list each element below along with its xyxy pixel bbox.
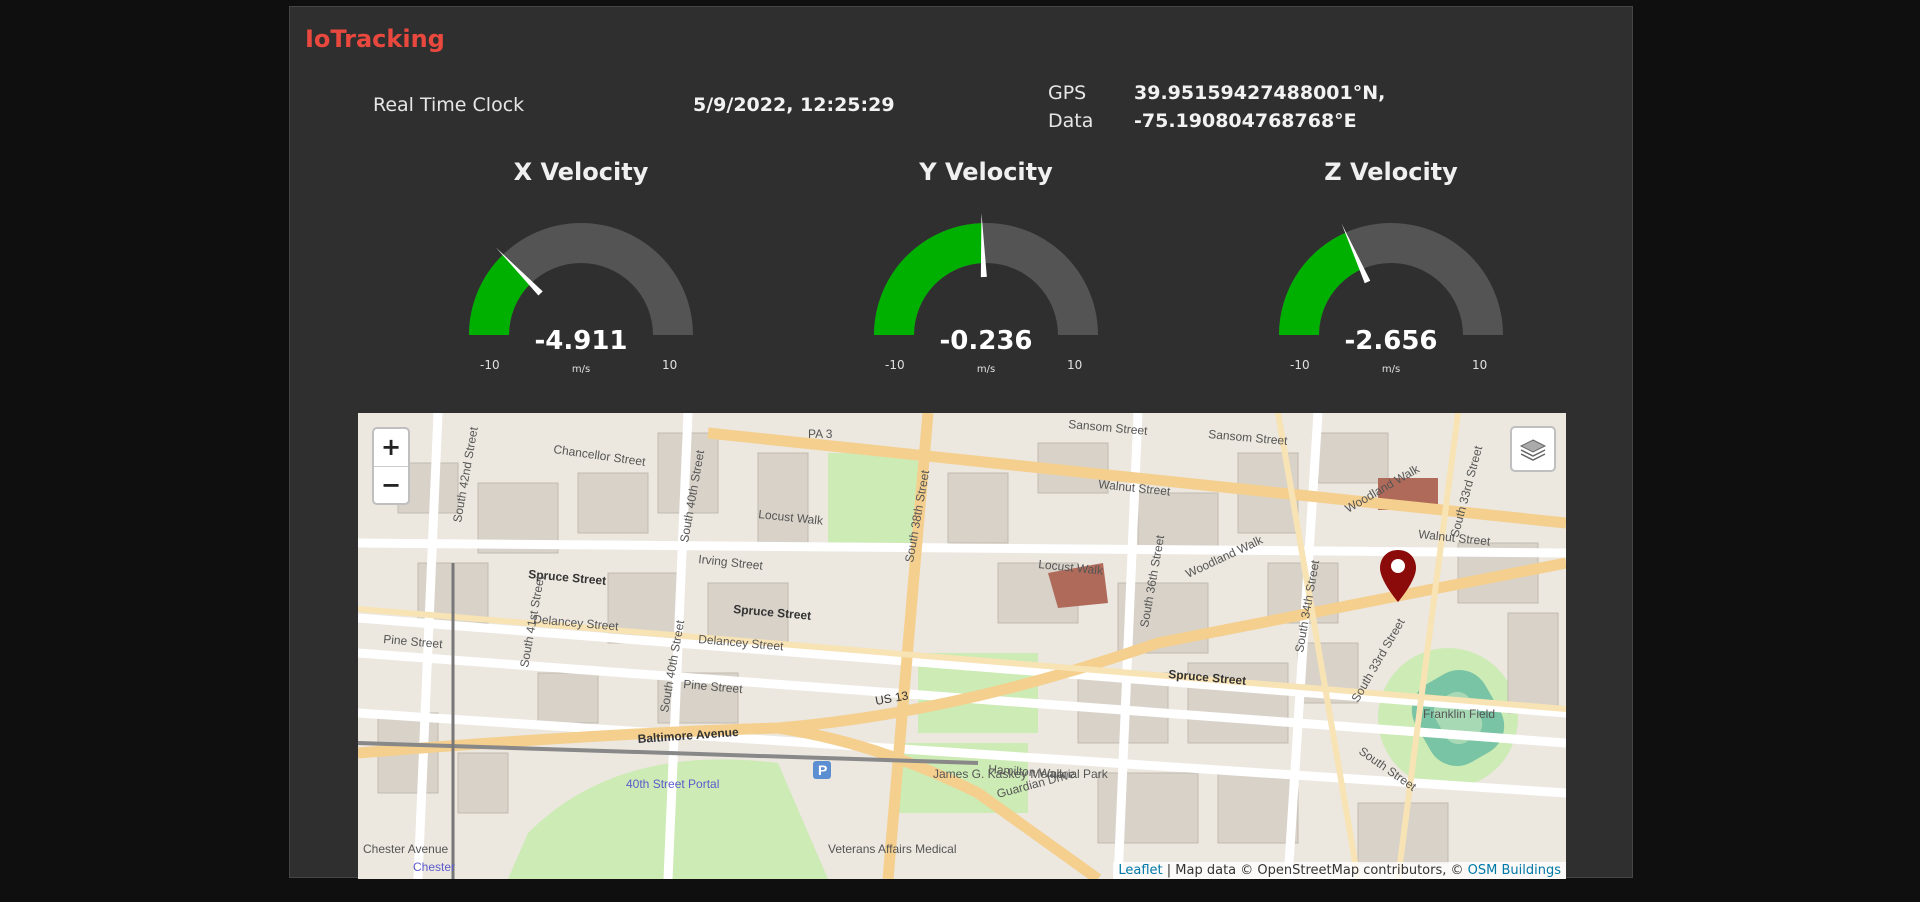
gauge-fill <box>1279 232 1362 335</box>
svg-text:Franklin Field: Franklin Field <box>1423 707 1495 721</box>
svg-text:Chester Avenue: Chester Avenue <box>363 842 448 856</box>
map-view[interactable]: PA 3 Chancellor Street Sansom Street San… <box>358 413 1566 879</box>
gauge-title: Y Velocity <box>919 158 1053 186</box>
gauge-max-label: 10 <box>1067 358 1083 372</box>
zoom-in-button[interactable]: + <box>374 429 408 466</box>
gauge-fill <box>874 223 984 335</box>
layers-button[interactable] <box>1510 426 1556 472</box>
gauge-unit: m/s <box>976 364 996 375</box>
zoom-out-button[interactable]: − <box>374 466 408 504</box>
gps-longitude: -75.190804768768°E <box>1134 110 1357 132</box>
map-tiles[interactable]: PA 3 Chancellor Street Sansom Street San… <box>358 413 1566 879</box>
zoom-control: + − <box>372 427 410 505</box>
gps-label-line2: Data <box>1048 110 1094 132</box>
leaflet-link[interactable]: Leaflet <box>1118 863 1162 878</box>
x-velocity-gauge: X Velocity -4.911 m/s -10 10 <box>416 152 746 382</box>
svg-text:Chester: Chester <box>413 860 455 874</box>
gauge-min-label: -10 <box>480 358 500 372</box>
map-attribution: Leaflet | Map data © OpenStreetMap contr… <box>1113 862 1566 879</box>
dashboard-panel: IoTracking Real Time Clock 5/9/2022, 12:… <box>289 6 1633 879</box>
app-title: IoTracking <box>305 25 445 53</box>
z-velocity-gauge: Z Velocity -2.656 m/s -10 10 <box>1226 152 1556 382</box>
svg-text:40th Street Portal: 40th Street Portal <box>626 777 719 791</box>
gauge-reading: -2.656 <box>1344 326 1438 356</box>
osm-buildings-link[interactable]: OSM Buildings <box>1468 863 1561 878</box>
attribution-text: | Map data © OpenStreetMap contributors,… <box>1162 863 1468 878</box>
gauge-title: X Velocity <box>513 158 649 186</box>
gauge-unit: m/s <box>571 364 591 375</box>
layers-icon <box>1519 439 1547 461</box>
gps-label-line1: GPS <box>1048 82 1087 104</box>
gauge-title: Z Velocity <box>1324 158 1458 186</box>
gauge-unit: m/s <box>1381 364 1401 375</box>
gauge-max-label: 10 <box>1472 358 1488 372</box>
clock-label: Real Time Clock <box>373 94 525 116</box>
gps-latitude: 39.95159427488001°N, <box>1134 82 1386 104</box>
gauge-min-label: -10 <box>1290 358 1310 372</box>
svg-text:P: P <box>818 762 827 778</box>
gauge-min-label: -10 <box>885 358 905 372</box>
gauge-reading: -0.236 <box>939 326 1033 356</box>
clock-value: 5/9/2022, 12:25:29 <box>693 94 895 116</box>
gauge-max-label: 10 <box>662 358 678 372</box>
svg-text:Veterans Affairs Medical: Veterans Affairs Medical <box>828 842 957 856</box>
map-label: PA 3 <box>808 427 833 441</box>
gauge-reading: -4.911 <box>534 326 628 356</box>
svg-text:James G. Kaskey Memorial Park: James G. Kaskey Memorial Park <box>933 767 1109 781</box>
y-velocity-gauge: Y Velocity -0.236 m/s -10 10 <box>821 152 1151 382</box>
map-marker-icon[interactable] <box>1378 548 1418 604</box>
